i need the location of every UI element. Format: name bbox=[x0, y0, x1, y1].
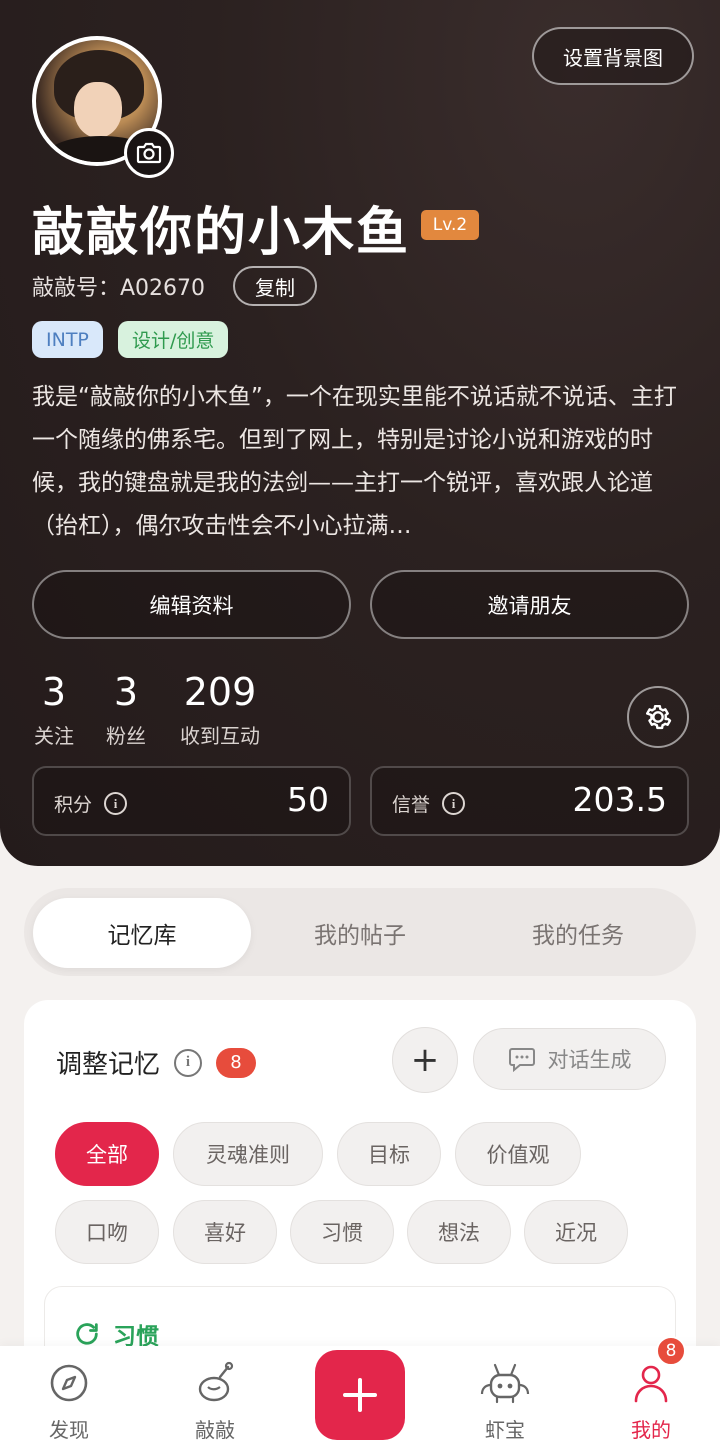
stat-followers[interactable]: 3 粉丝 bbox=[102, 670, 150, 749]
nav-knock[interactable]: 敲敲 bbox=[160, 1360, 270, 1443]
add-memory-plus-icon[interactable]: + bbox=[392, 1027, 458, 1093]
nav-shrimp[interactable]: 虾宝 bbox=[450, 1360, 560, 1443]
dialog-generate-button[interactable]: 对话生成 bbox=[473, 1028, 666, 1090]
info-icon[interactable]: i bbox=[174, 1048, 203, 1077]
nav-mine-badge: 8 bbox=[656, 1336, 686, 1366]
chip-values[interactable]: 价值观 bbox=[455, 1122, 581, 1186]
credit-value: 203.5 bbox=[572, 780, 667, 819]
refresh-icon bbox=[76, 1323, 98, 1345]
nav-mine[interactable]: 我的 bbox=[596, 1360, 706, 1443]
tab-memory[interactable]: 记忆库 bbox=[33, 898, 251, 968]
person-icon bbox=[596, 1360, 706, 1406]
profile-header: 设置背景图 敲敲你的小木鱼 Lv.2 敲敲号：A02670 复制 INTP 设计… bbox=[0, 0, 720, 866]
tab-my-tasks[interactable]: 我的任务 bbox=[469, 898, 687, 968]
content-tabs: 记忆库 我的帖子 我的任务 bbox=[24, 888, 696, 976]
chip-tone[interactable]: 口吻 bbox=[55, 1200, 159, 1264]
bio-text: 我是“敲敲你的小木鱼”，一个在现实里能不说话就不说话、主打一个随缘的佛系宅。但到… bbox=[32, 384, 677, 539]
level-badge: Lv.2 bbox=[421, 210, 479, 240]
memory-title: 调整记忆 bbox=[56, 1050, 161, 1080]
tag-mbti: INTP bbox=[32, 321, 103, 358]
stat-interactions[interactable]: 209 收到互动 bbox=[172, 670, 268, 749]
stat-label: 收到互动 bbox=[180, 724, 260, 748]
nav-label: 虾宝 bbox=[485, 1418, 525, 1442]
info-icon[interactable]: i bbox=[442, 792, 466, 815]
stat-label: 关注 bbox=[34, 724, 74, 748]
chat-bubble-icon bbox=[508, 1048, 535, 1072]
nav-label: 我的 bbox=[631, 1418, 671, 1442]
stat-following[interactable]: 3 关注 bbox=[30, 670, 78, 749]
credit-label: 信誉 bbox=[392, 794, 431, 816]
chip-goals[interactable]: 目标 bbox=[337, 1122, 441, 1186]
chip-recent[interactable]: 近况 bbox=[524, 1200, 628, 1264]
memory-count-badge: 8 bbox=[216, 1047, 257, 1078]
nav-label: 发现 bbox=[49, 1418, 89, 1442]
stat-value: 3 bbox=[41, 670, 67, 714]
user-id: 敲敲号：A02670 bbox=[32, 276, 206, 301]
points-card[interactable]: 积分 i 50 bbox=[32, 766, 351, 836]
compass-icon bbox=[14, 1360, 124, 1406]
settings-gear-icon[interactable] bbox=[627, 686, 689, 748]
credit-card[interactable]: 信誉 i 203.5 bbox=[370, 766, 689, 836]
create-post-plus-button[interactable] bbox=[315, 1350, 405, 1440]
plus-icon bbox=[343, 1378, 377, 1412]
stat-value: 209 bbox=[183, 670, 257, 714]
stat-value: 3 bbox=[113, 670, 139, 714]
tag-interest: 设计/创意 bbox=[118, 321, 229, 358]
change-avatar-camera-icon[interactable] bbox=[124, 128, 174, 178]
info-icon[interactable]: i bbox=[104, 792, 128, 815]
tab-my-posts[interactable]: 我的帖子 bbox=[251, 898, 469, 968]
chip-all[interactable]: 全部 bbox=[55, 1122, 159, 1186]
stat-label: 粉丝 bbox=[106, 724, 146, 748]
chip-preferences[interactable]: 喜好 bbox=[173, 1200, 277, 1264]
points-value: 50 bbox=[287, 780, 329, 819]
nickname: 敲敲你的小木鱼 bbox=[32, 203, 411, 263]
wooden-fish-icon bbox=[160, 1360, 270, 1406]
set-background-button[interactable]: 设置背景图 bbox=[532, 27, 694, 85]
invite-friends-button[interactable]: 邀请朋友 bbox=[370, 570, 689, 639]
dialog-generate-label: 对话生成 bbox=[547, 1048, 632, 1072]
edit-profile-button[interactable]: 编辑资料 bbox=[32, 570, 351, 639]
chip-thoughts[interactable]: 想法 bbox=[407, 1200, 511, 1264]
nav-discover[interactable]: 发现 bbox=[14, 1360, 124, 1443]
nav-label: 敲敲 bbox=[195, 1418, 235, 1442]
chip-habits[interactable]: 习惯 bbox=[290, 1200, 394, 1264]
points-label: 积分 bbox=[54, 794, 93, 816]
robot-crab-icon bbox=[450, 1360, 560, 1406]
copy-id-button[interactable]: 复制 bbox=[233, 266, 317, 306]
chip-soul-rules[interactable]: 灵魂准则 bbox=[173, 1122, 323, 1186]
